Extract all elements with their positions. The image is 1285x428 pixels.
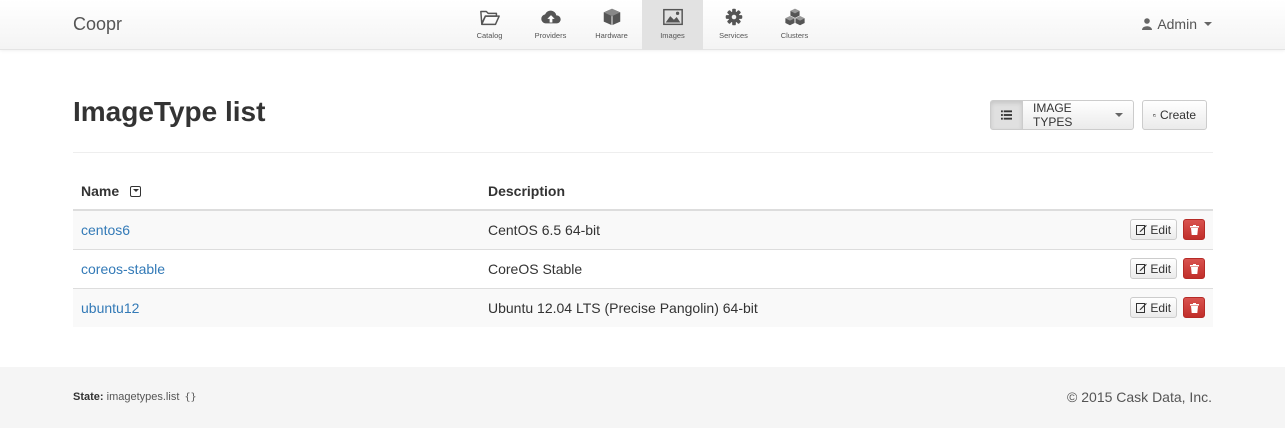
- create-button[interactable]: Create: [1142, 100, 1207, 130]
- folder-open-icon: [479, 10, 500, 26]
- imagetype-table: Name Description centos6 CentOS 6.5 64-b…: [73, 172, 1213, 327]
- table-header-row: Name Description: [73, 172, 1213, 210]
- cloud-upload-icon: [540, 10, 561, 24]
- user-menu[interactable]: Admin: [1142, 16, 1212, 32]
- main-nav: Catalog Providers Hardware Images Servic…: [459, 0, 825, 50]
- list-icon: [1001, 110, 1012, 120]
- actions-column-header: [1093, 172, 1213, 210]
- footer: State: imagetypes.list {} © 2015 Cask Da…: [0, 367, 1285, 428]
- chevron-down-icon: [1204, 22, 1212, 26]
- actions-cell: Edit: [1093, 288, 1213, 327]
- name-header-label: Name: [81, 182, 120, 199]
- edit-label: Edit: [1150, 300, 1172, 315]
- create-label: Create: [1159, 108, 1196, 122]
- state-label: State:: [73, 391, 104, 403]
- user-icon: [1142, 18, 1153, 30]
- delete-button[interactable]: [1183, 258, 1205, 279]
- table-row: coreos-stable CoreOS Stable Edit: [73, 249, 1213, 288]
- nav-label: Catalog: [476, 31, 503, 40]
- nav-item-catalog[interactable]: Catalog: [459, 0, 520, 50]
- picture-icon: [662, 8, 683, 26]
- top-navbar: Coopr Catalog Providers Hardware Images …: [0, 0, 1285, 50]
- table-row: ubuntu12 Ubuntu 12.04 LTS (Precise Pango…: [73, 288, 1213, 327]
- imagetype-link[interactable]: coreos-stable: [81, 261, 165, 277]
- gear-icon: [725, 8, 742, 26]
- page-toolbar: IMAGE TYPES Create: [990, 100, 1207, 130]
- state-value: imagetypes.list: [106, 391, 180, 403]
- nav-item-services[interactable]: Services: [703, 0, 764, 50]
- name-cell: ubuntu12: [73, 288, 480, 327]
- nav-item-hardware[interactable]: Hardware: [581, 0, 642, 50]
- nav-label: Services: [719, 31, 748, 40]
- copy-icon: [1153, 113, 1156, 117]
- edit-button[interactable]: Edit: [1130, 258, 1178, 279]
- description-column-header: Description: [480, 172, 1093, 210]
- nav-label: Clusters: [780, 31, 809, 40]
- nav-label: Providers: [534, 31, 567, 40]
- edit-button[interactable]: Edit: [1130, 219, 1178, 241]
- name-column-header[interactable]: Name: [73, 172, 480, 210]
- description-cell: CentOS 6.5 64-bit: [488, 221, 601, 238]
- trash-icon: [1189, 263, 1199, 274]
- nav-item-clusters[interactable]: Clusters: [764, 0, 825, 50]
- image-types-label: IMAGE TYPES: [1033, 101, 1073, 129]
- delete-button[interactable]: [1183, 297, 1205, 319]
- nav-item-images[interactable]: Images: [642, 0, 703, 50]
- description-cell: CoreOS Stable: [488, 260, 583, 277]
- image-types-dropdown[interactable]: IMAGE TYPES: [1023, 100, 1134, 130]
- edit-label: Edit: [1150, 261, 1172, 276]
- cube-icon: [603, 8, 620, 26]
- list-view-button[interactable]: [990, 100, 1023, 130]
- edit-icon: [1136, 264, 1148, 274]
- trash-icon: [1189, 302, 1199, 313]
- edit-icon: [1136, 303, 1148, 314]
- edit-icon: [1136, 225, 1148, 236]
- brand-logo[interactable]: Coopr: [73, 14, 122, 35]
- name-cell: centos6: [73, 210, 480, 249]
- user-name: Admin: [1157, 16, 1197, 32]
- table-row: centos6 CentOS 6.5 64-bit Edit: [73, 210, 1213, 249]
- nav-item-providers[interactable]: Providers: [520, 0, 581, 50]
- edit-label: Edit: [1150, 222, 1172, 237]
- nav-label: Images: [660, 31, 685, 40]
- state-params: {}: [184, 392, 197, 403]
- chevron-down-icon: [1115, 113, 1123, 117]
- cubes-icon: [784, 8, 805, 26]
- actions-cell: Edit: [1093, 249, 1213, 288]
- imagetype-link[interactable]: ubuntu12: [81, 300, 139, 316]
- nav-label: Hardware: [595, 31, 628, 40]
- state-info: State: imagetypes.list {}: [73, 391, 197, 403]
- header-divider: [73, 152, 1213, 153]
- page-title: ImageType list: [73, 96, 266, 127]
- actions-cell: Edit: [1093, 210, 1213, 249]
- description-header-label: Description: [488, 182, 566, 199]
- copyright: © 2015 Cask Data, Inc.: [1067, 389, 1212, 405]
- sort-desc-icon[interactable]: [130, 185, 142, 197]
- edit-button[interactable]: Edit: [1130, 297, 1178, 319]
- name-cell: coreos-stable: [73, 249, 480, 288]
- delete-button[interactable]: [1183, 219, 1205, 241]
- trash-icon: [1189, 224, 1199, 235]
- imagetype-link[interactable]: centos6: [81, 222, 130, 238]
- description-cell: Ubuntu 12.04 LTS (Precise Pangolin) 64-b…: [488, 299, 758, 316]
